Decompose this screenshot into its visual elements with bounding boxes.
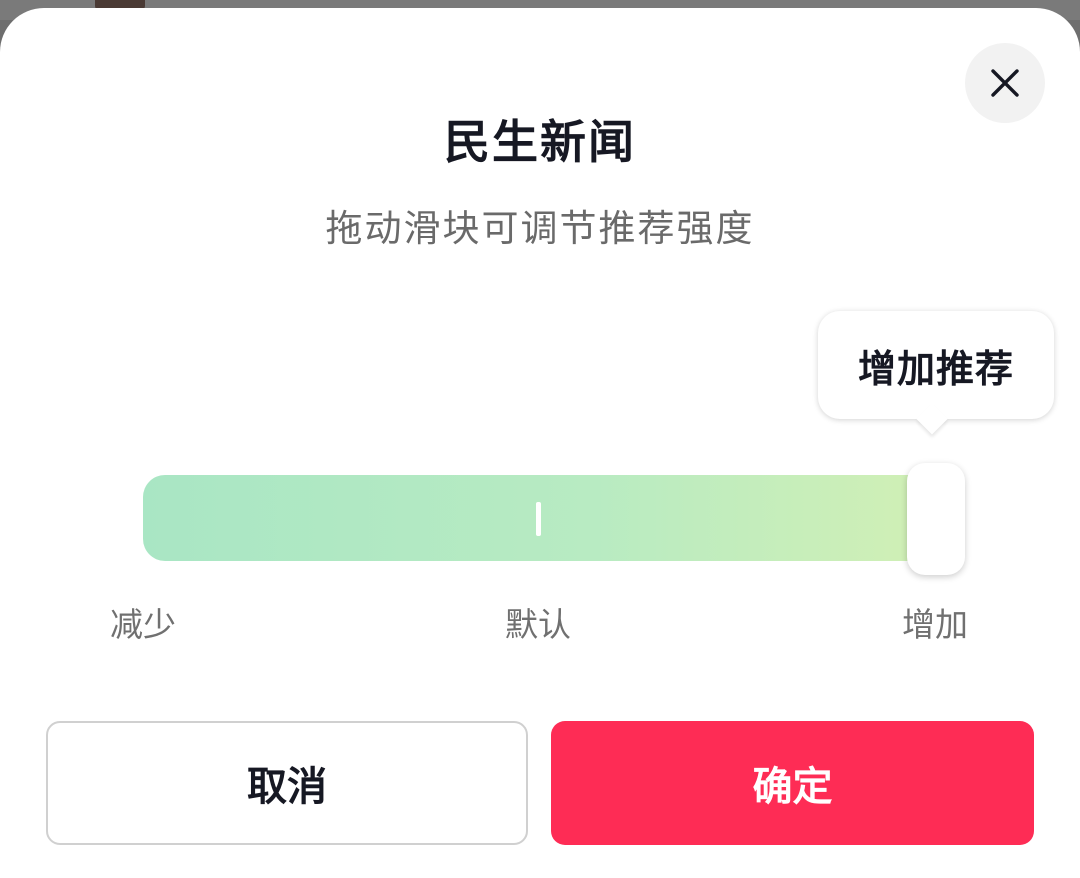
page-title: 民生新闻: [444, 115, 636, 169]
slider-tooltip: 增加推荐: [818, 311, 1054, 419]
subtitle: 拖动滑块可调节推荐强度: [325, 207, 755, 250]
slider-thumb[interactable]: [907, 463, 965, 575]
scale-label-increase: 增加: [902, 605, 968, 644]
cancel-button[interactable]: 取消: [46, 721, 528, 845]
recommendation-slider-track[interactable]: [143, 475, 961, 561]
confirm-button[interactable]: 确定: [551, 721, 1034, 845]
scale-label-decrease: 减少: [110, 605, 176, 644]
scale-label-default: 默认: [505, 605, 571, 644]
default-marker: [536, 502, 541, 536]
close-icon: [991, 69, 1019, 97]
recommendation-sheet: 民生新闻 拖动滑块可调节推荐强度 增加推荐 减少 默认 增加 取消 确定: [0, 8, 1080, 878]
